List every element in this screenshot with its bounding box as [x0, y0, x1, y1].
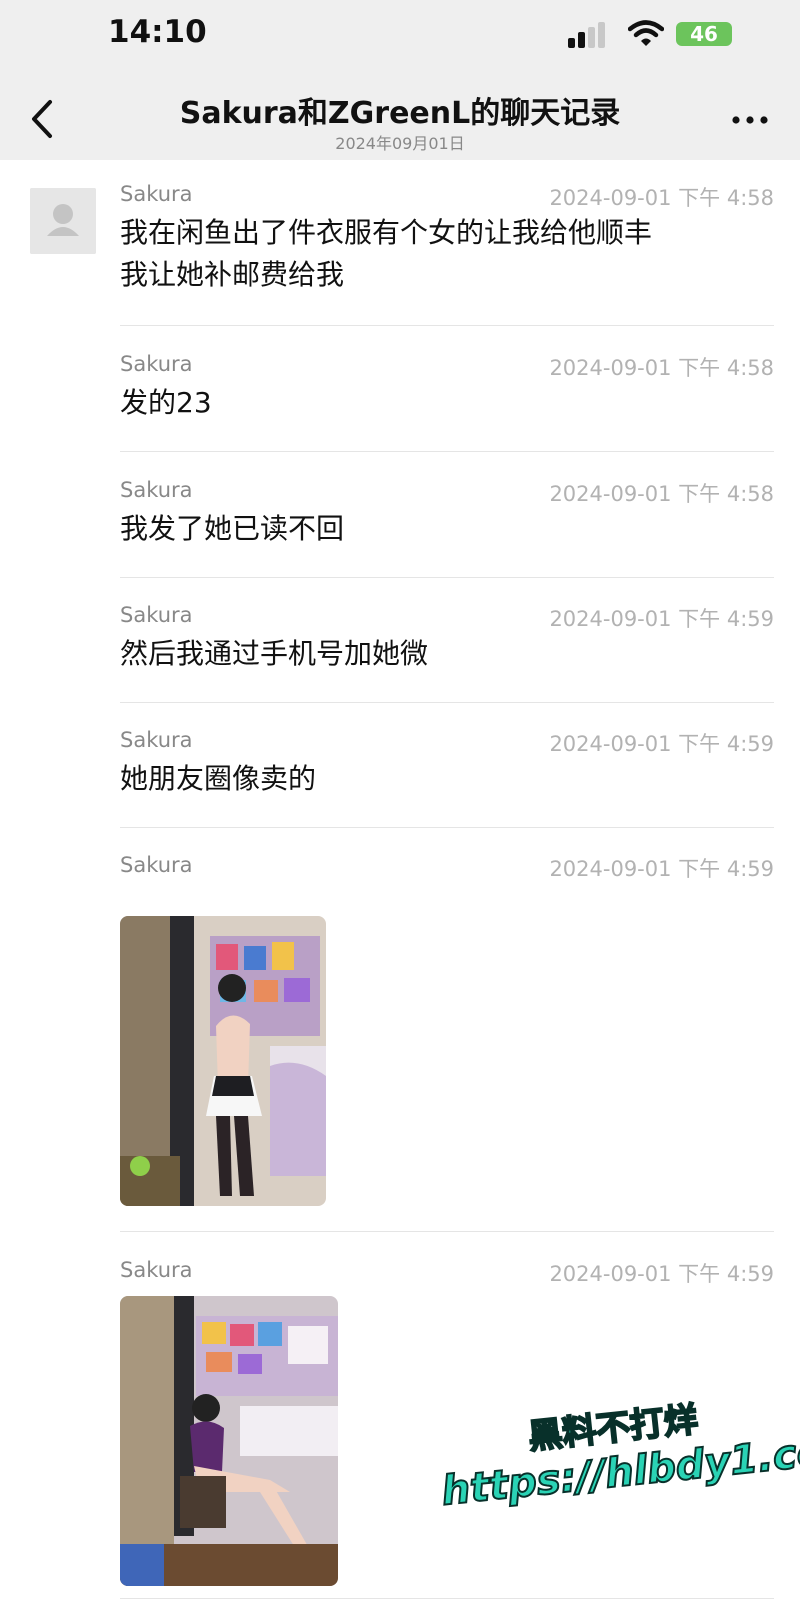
message-timestamp: 2024-09-01 下午 4:58 — [549, 186, 774, 210]
status-time: 14:10 — [108, 14, 207, 50]
message-text: 发的23 — [120, 386, 212, 419]
divider — [120, 827, 774, 828]
chevron-left-icon[interactable] — [24, 96, 64, 142]
divider — [120, 1231, 774, 1232]
watermark: 黑料不打烊 https://hlbdy1.com — [434, 1382, 800, 1549]
divider — [120, 451, 774, 452]
divider — [120, 325, 774, 326]
message-sender: Sakura — [120, 182, 193, 206]
signal-icon — [568, 22, 605, 48]
message-sender: Sakura — [120, 352, 193, 376]
message-timestamp: 2024-09-01 下午 4:59 — [549, 607, 774, 631]
message-item: Sakura 2024-09-01 下午 4:59 然后我通过手机号加她微 — [120, 603, 774, 683]
message-text: 然后我通过手机号加她微 — [120, 637, 429, 670]
status-icons: 46 — [568, 18, 738, 50]
message-text: 我发了她已读不回 — [120, 512, 345, 545]
divider — [120, 1598, 774, 1599]
message-sender: Sakura — [120, 1258, 193, 1282]
message-timestamp: 2024-09-01 下午 4:59 — [549, 732, 774, 756]
message-item: Sakura 2024-09-01 下午 4:58 发的23 — [120, 352, 774, 432]
top-bar: 14:10 46 Sakura和ZGreenL的聊天记录 2024年09月01日 — [0, 0, 800, 160]
message-item: Sakura 2024-09-01 下午 4:58 我在闲鱼出了件衣服有个女的让… — [120, 182, 774, 312]
message-timestamp: 2024-09-01 下午 4:58 — [549, 482, 774, 506]
message-item: Sakura 2024-09-01 下午 4:58 我发了她已读不回 — [120, 478, 774, 558]
message-timestamp: 2024-09-01 下午 4:59 — [549, 857, 774, 881]
message-text: 我在闲鱼出了件衣服有个女的让我给他顺丰 我让她补邮费给我 — [120, 216, 653, 291]
message-sender: Sakura — [120, 728, 193, 752]
wifi-icon — [628, 20, 664, 46]
divider — [120, 702, 774, 703]
battery-icon: 46 — [676, 22, 732, 46]
message-timestamp: 2024-09-01 下午 4:59 — [549, 1262, 774, 1286]
message-item: Sakura 2024-09-01 下午 4:59 — [120, 1258, 774, 1288]
divider — [120, 577, 774, 578]
message-timestamp: 2024-09-01 下午 4:58 — [549, 356, 774, 380]
message-text: 她朋友圈像卖的 — [120, 762, 317, 795]
message-item: Sakura 2024-09-01 下午 4:59 她朋友圈像卖的 — [120, 728, 774, 808]
message-photo[interactable] — [120, 916, 326, 1206]
default-avatar-icon[interactable] — [30, 188, 96, 254]
page-subtitle: 2024年09月01日 — [335, 134, 465, 153]
message-item: Sakura 2024-09-01 下午 4:59 — [120, 853, 774, 883]
message-photo[interactable] — [120, 1296, 338, 1586]
battery-level: 46 — [690, 22, 718, 46]
more-dots-icon[interactable] — [730, 110, 770, 130]
message-sender: Sakura — [120, 853, 193, 877]
message-sender: Sakura — [120, 603, 193, 627]
message-sender: Sakura — [120, 478, 193, 502]
page-title: Sakura和ZGreenL的聊天记录 — [179, 96, 621, 131]
